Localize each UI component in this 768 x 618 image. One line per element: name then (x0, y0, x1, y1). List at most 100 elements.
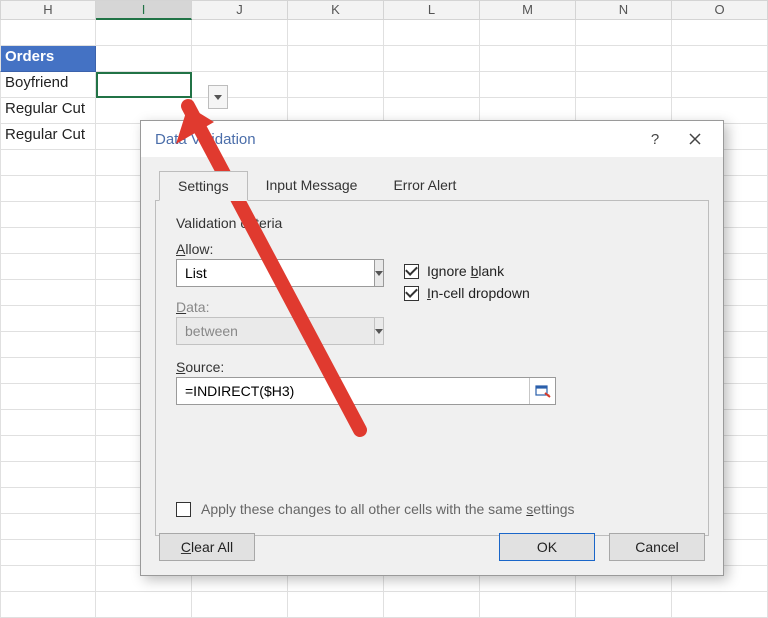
cell[interactable] (96, 592, 192, 618)
allow-label: Allow: (176, 241, 374, 257)
cell[interactable] (288, 46, 384, 72)
cell[interactable] (192, 20, 288, 46)
cell[interactable]: Regular Cut (0, 98, 96, 124)
cell[interactable] (576, 46, 672, 72)
cell[interactable] (0, 150, 96, 176)
cell[interactable] (384, 72, 480, 98)
cell[interactable] (672, 20, 768, 46)
cell[interactable] (0, 202, 96, 228)
cell[interactable] (0, 514, 96, 540)
cell[interactable]: Orders (0, 46, 96, 72)
cell[interactable] (0, 176, 96, 202)
dialog-footer: Clear All OK Cancel (141, 519, 723, 575)
cell-dropdown-handle[interactable] (208, 85, 228, 109)
checkbox-checked-icon (404, 264, 419, 279)
cell[interactable] (0, 20, 96, 46)
cell[interactable] (0, 462, 96, 488)
cell[interactable] (0, 306, 96, 332)
cell[interactable] (672, 72, 768, 98)
allow-combo-button[interactable] (375, 259, 384, 287)
data-combo (176, 317, 374, 345)
ignore-blank-label: Ignore blank (427, 263, 504, 279)
cell[interactable] (0, 254, 96, 280)
source-input[interactable] (177, 378, 529, 404)
cell[interactable] (480, 592, 576, 618)
cell[interactable]: Boyfriend (0, 72, 96, 98)
tab-settings[interactable]: Settings (159, 171, 248, 201)
cell[interactable] (192, 72, 288, 98)
cell[interactable] (288, 20, 384, 46)
data-combo-button (375, 317, 384, 345)
close-button[interactable] (675, 121, 715, 157)
cell[interactable] (192, 46, 288, 72)
cell[interactable] (0, 228, 96, 254)
cell[interactable] (0, 410, 96, 436)
cell[interactable] (672, 592, 768, 618)
cell[interactable] (576, 592, 672, 618)
column-header-I[interactable]: I (96, 0, 192, 20)
column-header-O[interactable]: O (672, 0, 768, 20)
cell[interactable] (0, 566, 96, 592)
cell[interactable] (0, 488, 96, 514)
column-header-N[interactable]: N (576, 0, 672, 20)
dialog-tabs: Settings Input Message Error Alert (159, 171, 723, 201)
allow-input[interactable] (176, 259, 375, 287)
cell[interactable] (384, 592, 480, 618)
allow-combo[interactable] (176, 259, 374, 287)
dialog-title: Data Validation (155, 131, 256, 148)
cell[interactable] (96, 46, 192, 72)
cell[interactable] (384, 20, 480, 46)
column-header-L[interactable]: L (384, 0, 480, 20)
cell[interactable] (192, 592, 288, 618)
data-validation-dialog: Data Validation ? Settings Input Message… (140, 120, 724, 576)
incell-dropdown-label: In-cell dropdown (427, 285, 530, 301)
cell[interactable] (480, 46, 576, 72)
checkbox-checked-icon (404, 286, 419, 301)
clear-all-button[interactable]: Clear All (159, 533, 255, 561)
tab-panel-settings: Validation criteria Allow: Data: Ignore … (155, 200, 709, 536)
apply-to-others-checkbox[interactable]: Apply these changes to all other cells w… (176, 501, 575, 517)
cell[interactable] (0, 436, 96, 462)
range-picker-icon (535, 383, 551, 399)
tab-input-message[interactable]: Input Message (248, 171, 376, 201)
ok-button[interactable]: OK (499, 533, 595, 561)
cell[interactable] (0, 540, 96, 566)
column-headers: HIJKLMNO (0, 0, 768, 20)
chevron-down-icon (214, 95, 222, 100)
cell[interactable] (96, 20, 192, 46)
cell[interactable] (576, 20, 672, 46)
cell[interactable] (0, 384, 96, 410)
chevron-down-icon (375, 329, 383, 334)
cancel-button[interactable]: Cancel (609, 533, 705, 561)
cell[interactable] (0, 592, 96, 618)
cell[interactable] (0, 280, 96, 306)
source-field[interactable] (176, 377, 556, 405)
dialog-titlebar[interactable]: Data Validation ? (141, 121, 723, 157)
cell[interactable] (0, 358, 96, 384)
cell[interactable] (288, 72, 384, 98)
cell[interactable] (288, 592, 384, 618)
close-icon (689, 133, 701, 145)
chevron-down-icon (375, 271, 383, 276)
cell[interactable]: Regular Cut (0, 124, 96, 150)
validation-criteria-label: Validation criteria (176, 215, 688, 231)
cell[interactable] (576, 72, 672, 98)
cell[interactable] (672, 46, 768, 72)
cell[interactable] (480, 72, 576, 98)
column-header-H[interactable]: H (0, 0, 96, 20)
ignore-blank-checkbox[interactable]: Ignore blank (404, 263, 530, 279)
cell[interactable] (0, 332, 96, 358)
column-header-M[interactable]: M (480, 0, 576, 20)
checkbox-unchecked-icon (176, 502, 191, 517)
tab-error-alert[interactable]: Error Alert (375, 171, 474, 201)
cell[interactable] (384, 46, 480, 72)
cell[interactable] (480, 20, 576, 46)
data-label: Data: (176, 299, 374, 315)
help-button[interactable]: ? (635, 121, 675, 157)
column-header-J[interactable]: J (192, 0, 288, 20)
range-picker-button[interactable] (529, 378, 555, 404)
incell-dropdown-checkbox[interactable]: In-cell dropdown (404, 285, 530, 301)
column-header-K[interactable]: K (288, 0, 384, 20)
source-label: Source: (176, 359, 688, 375)
cell[interactable] (96, 72, 192, 98)
